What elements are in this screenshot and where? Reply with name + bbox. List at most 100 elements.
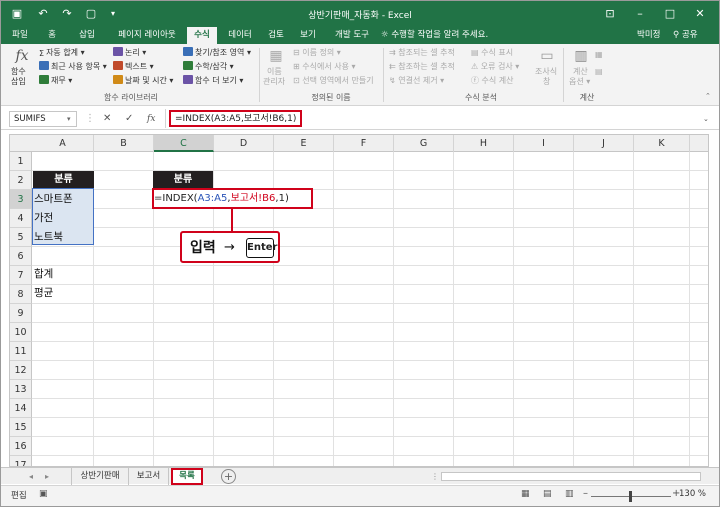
calc-now-icon[interactable]: ▦ — [595, 49, 603, 61]
tab-page-layout[interactable]: 페이지 레이아웃 — [111, 27, 183, 44]
sheet-tab-list[interactable]: 목록 — [171, 468, 203, 485]
cell-a4[interactable]: 가전 — [32, 209, 53, 228]
sheet-next-icon[interactable]: ▸ — [45, 468, 49, 485]
macro-record-icon[interactable]: ▣ — [39, 489, 48, 499]
page-break-view-icon[interactable]: ▥ — [565, 489, 574, 499]
watch-window-icon[interactable]: ▭ — [535, 48, 559, 64]
tab-view[interactable]: 보기 — [295, 27, 321, 44]
autosum-button[interactable]: Σ 자동 합계 ▾ — [39, 47, 85, 59]
cell-a2[interactable]: 분류 — [33, 171, 94, 188]
name-manager-icon[interactable]: ▦ — [265, 48, 287, 64]
cell-a8[interactable]: 평균 — [32, 284, 53, 303]
worksheet-grid[interactable]: ABCDEFGHIJK 1 2 3 4 5 6 7 8 9 10 11 12 13 14 15 16 17 분류… — [9, 134, 709, 467]
row-header-7[interactable]: 7 — [10, 266, 32, 285]
insert-function-icon[interactable]: fx — [11, 48, 33, 64]
ribbon-display-icon[interactable]: ⊡ — [599, 5, 621, 23]
calc-options-label-2[interactable]: 옵션 ▾ — [569, 76, 590, 88]
sheet-tab-sales[interactable]: 상반기판매 — [71, 468, 129, 485]
row-header-12[interactable]: 12 — [10, 361, 32, 380]
cell-a7[interactable]: 합계 — [32, 265, 53, 284]
row-header-13[interactable]: 13 — [10, 380, 32, 399]
zoom-level[interactable]: 130 % — [679, 489, 706, 499]
insert-function-label-2[interactable]: 삽입 — [11, 76, 26, 88]
row-header-16[interactable]: 16 — [10, 437, 32, 456]
name-manager-label-2[interactable]: 관리자 — [263, 76, 285, 88]
column-header-j[interactable]: J — [574, 135, 634, 152]
row-header-15[interactable]: 15 — [10, 418, 32, 437]
tab-home[interactable]: 홈 — [41, 27, 63, 44]
sheet-prev-icon[interactable]: ◂ — [29, 468, 33, 485]
recent-button[interactable]: 최근 사용 항목 ▾ — [39, 61, 107, 73]
horizontal-scrollbar[interactable] — [441, 472, 701, 481]
column-header-e[interactable]: E — [274, 135, 334, 152]
error-checking-button[interactable]: ⚠ 오류 검사 ▾ — [471, 61, 519, 73]
column-header-k[interactable]: K — [634, 135, 690, 152]
show-formulas-button[interactable]: ▤ 수식 표시 — [471, 47, 513, 59]
watch-window-label-2[interactable]: 창 — [543, 76, 550, 88]
cancel-icon[interactable]: ✕ — [103, 111, 111, 127]
use-in-formula-button[interactable]: ⊞ 수식에서 사용 ▾ — [293, 61, 356, 73]
row-header-9[interactable]: 9 — [10, 304, 32, 323]
zoom-out-icon[interactable]: – — [583, 488, 588, 499]
zoom-slider-thumb[interactable] — [629, 491, 632, 502]
column-header-a[interactable]: A — [32, 135, 94, 152]
lookup-button[interactable]: 찾기/참조 영역 ▾ — [183, 47, 251, 59]
maximize-icon[interactable]: □ — [659, 5, 681, 23]
chevron-down-icon[interactable]: ▾ — [67, 111, 71, 127]
sheet-tab-report[interactable]: 보고서 — [129, 468, 169, 485]
column-header-c[interactable]: C — [154, 135, 214, 152]
row-header-17[interactable]: 17 — [10, 456, 32, 466]
finance-button[interactable]: 재무 ▾ — [39, 75, 72, 87]
datetime-button[interactable]: 날짜 및 시간 ▾ — [113, 75, 173, 87]
create-from-selection-button[interactable]: ⊡ 선택 영역에서 만들기 — [293, 75, 374, 87]
column-header-h[interactable]: H — [454, 135, 514, 152]
enter-icon[interactable]: ✓ — [125, 111, 133, 127]
evaluate-formula-button[interactable]: ⓕ 수식 계산 — [471, 75, 514, 87]
tab-formulas[interactable]: 수식 — [187, 27, 217, 44]
row-header-6[interactable]: 6 — [10, 247, 32, 266]
normal-view-icon[interactable]: ▦ — [521, 489, 530, 499]
cell-a3[interactable]: 스마트폰 — [32, 190, 73, 209]
formula-input[interactable]: =INDEX(A3:A5,보고서!B6,1) — [165, 109, 711, 128]
trace-dependents-button[interactable]: ⇇ 참조하는 셀 추적 — [389, 61, 455, 73]
row-header-5[interactable]: 5 — [10, 228, 32, 247]
column-header-f[interactable]: F — [334, 135, 394, 152]
add-sheet-icon[interactable]: + — [221, 469, 236, 484]
column-header-g[interactable]: G — [394, 135, 454, 152]
row-header-4[interactable]: 4 — [10, 209, 32, 228]
tab-file[interactable]: 파일 — [7, 27, 33, 44]
cell-c2[interactable]: 분류 — [153, 171, 213, 188]
column-header-d[interactable]: D — [214, 135, 274, 152]
row-header-14[interactable]: 14 — [10, 399, 32, 418]
tab-review[interactable]: 검토 — [263, 27, 289, 44]
minimize-icon[interactable]: – — [629, 5, 651, 23]
tell-me-box[interactable]: ☼ 수행할 작업을 알려 주세요. — [381, 27, 488, 44]
column-header-i[interactable]: I — [514, 135, 574, 152]
cell-a5[interactable]: 노트북 — [32, 228, 63, 247]
row-header-1[interactable]: 1 — [10, 152, 32, 171]
more-functions-button[interactable]: 함수 더 보기 ▾ — [183, 75, 243, 87]
calc-sheet-icon[interactable]: ▤ — [595, 66, 603, 78]
define-name-button[interactable]: ⊟ 이름 정의 ▾ — [293, 47, 341, 59]
row-header-11[interactable]: 11 — [10, 342, 32, 361]
tab-data[interactable]: 데이터 — [223, 27, 257, 44]
close-icon[interactable]: ✕ — [689, 5, 711, 23]
row-header-10[interactable]: 10 — [10, 323, 32, 342]
collapse-ribbon-icon[interactable]: ⌃ — [705, 90, 711, 102]
logical-button[interactable]: 논리 ▾ — [113, 47, 146, 59]
row-header-8[interactable]: 8 — [10, 285, 32, 304]
insert-function-fx-icon[interactable]: fx — [147, 111, 155, 127]
calculator-icon[interactable]: ▥ — [571, 48, 591, 64]
more-sheets-icon[interactable]: ⋮ — [431, 468, 439, 485]
share-button[interactable]: ⚲ 공유 — [673, 27, 698, 44]
math-button[interactable]: 수학/삼각 ▾ — [183, 61, 234, 73]
remove-arrows-button[interactable]: ↯ 연결선 제거 ▾ — [389, 75, 444, 87]
trace-precedents-button[interactable]: ⇉ 참조되는 셀 추적 — [389, 47, 455, 59]
page-layout-view-icon[interactable]: ▤ — [543, 489, 552, 499]
tab-insert[interactable]: 삽입 — [73, 27, 101, 44]
column-header-b[interactable]: B — [94, 135, 154, 152]
text-button[interactable]: 텍스트 ▾ — [113, 61, 154, 73]
tab-developer[interactable]: 개발 도구 — [329, 27, 375, 44]
expand-formula-bar-icon[interactable]: ⌄ — [703, 111, 709, 127]
row-header-2[interactable]: 2 — [10, 171, 32, 190]
